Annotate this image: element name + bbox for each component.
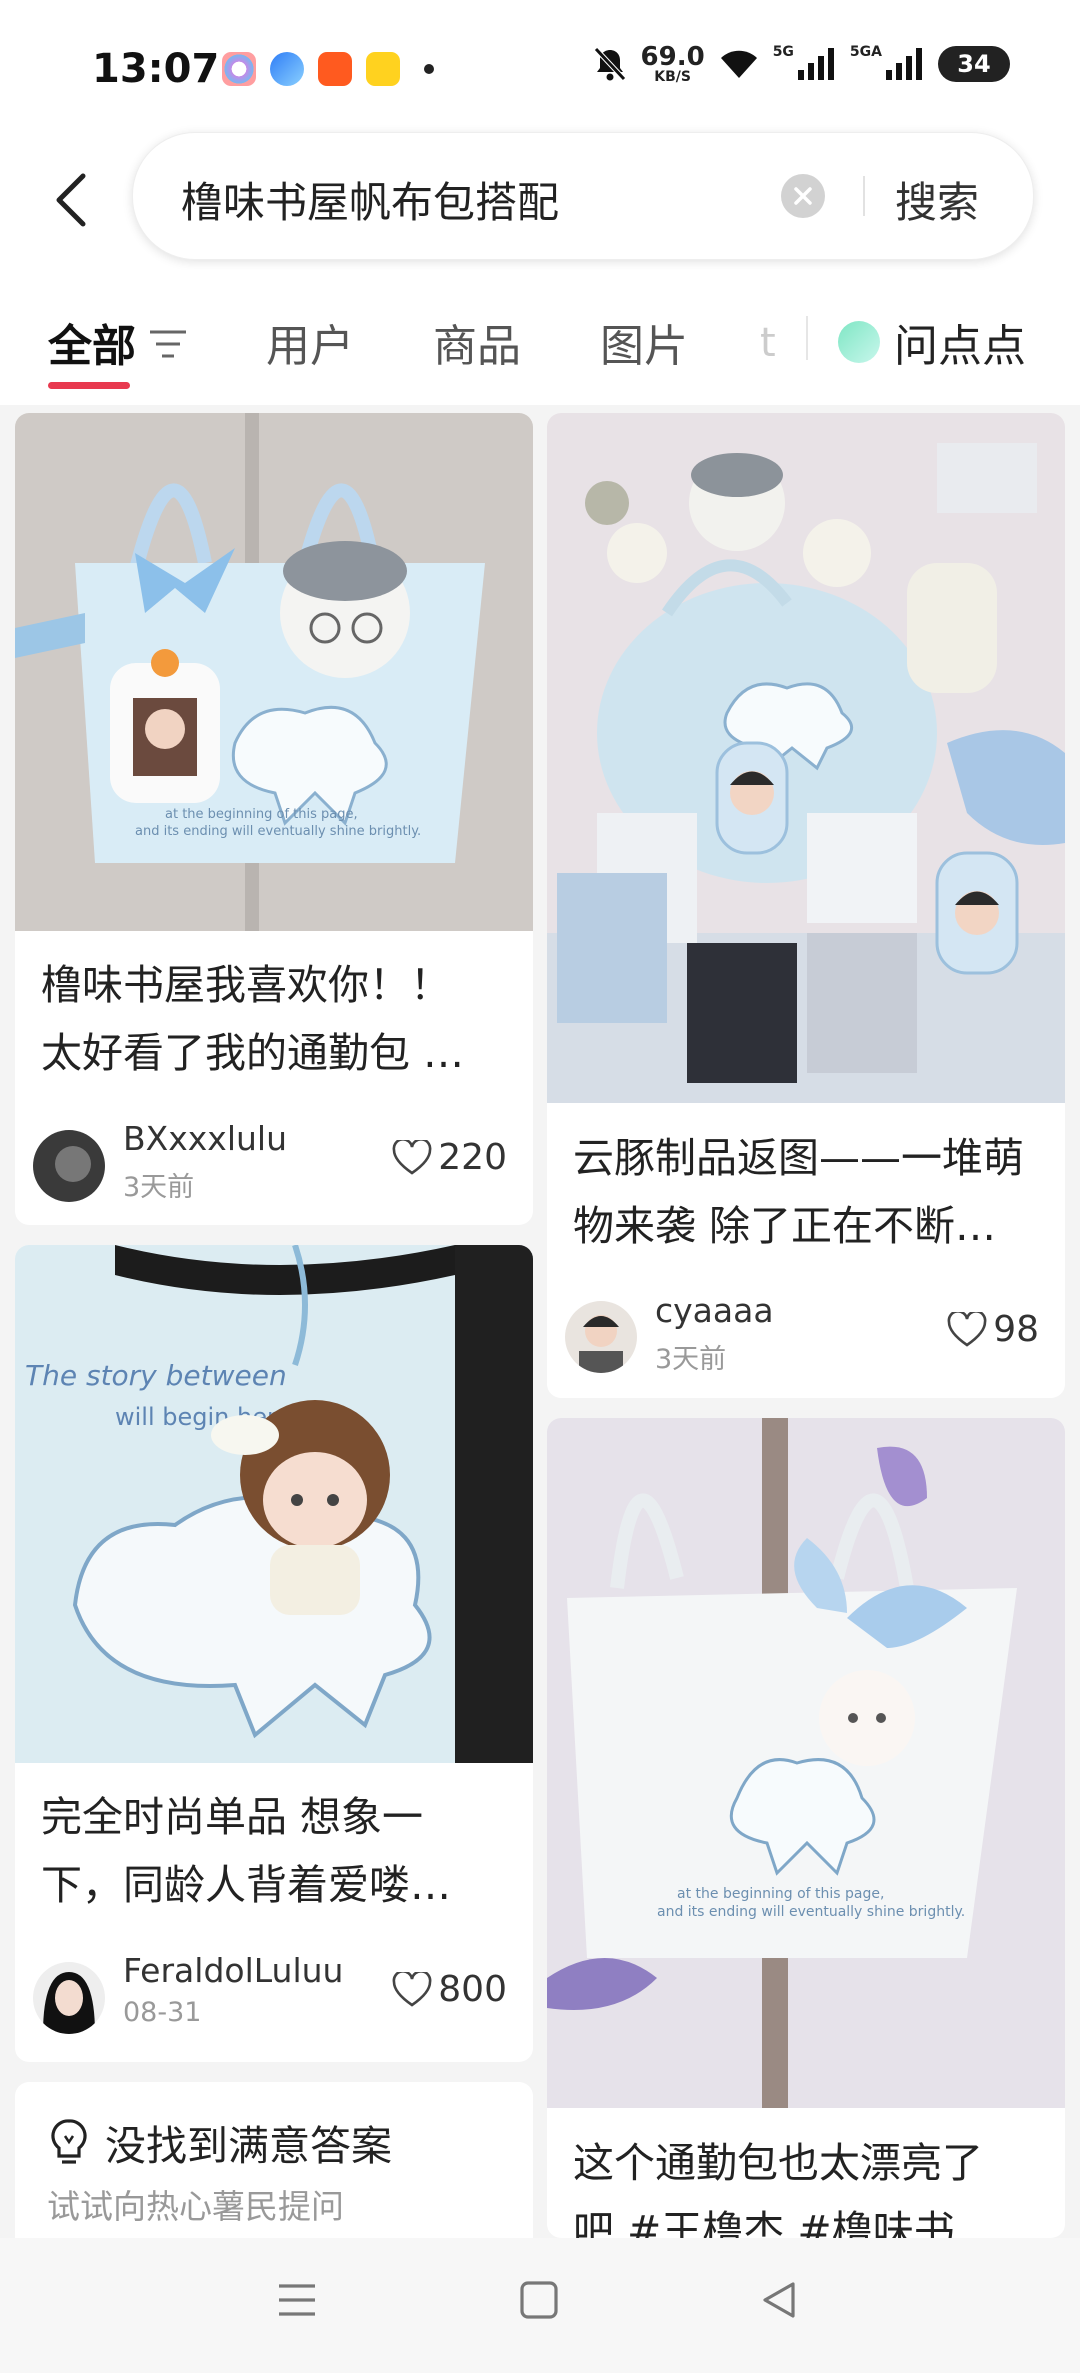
ask-community-card[interactable]: 没找到满意答案 试试向热心薯民提问 [15,2082,533,2238]
bag-print-line1: at the beginning of this page, [165,807,358,822]
post-title-line: 完全时尚单品 想象一 [41,1793,424,1841]
app-taobao-icon [318,52,352,86]
app-browser-icon [270,52,304,86]
mute-bell-icon [593,47,626,81]
heart-icon [392,1971,432,2007]
search-divider [863,176,865,216]
status-indicators: 69.0 KB/S 5G 5GA 34 [593,44,1010,84]
signal2-label: 5GA [849,44,882,60]
app-weibo-icon [366,52,400,86]
system-navigation-bar [0,2238,1080,2373]
back-button[interactable] [40,160,100,240]
clear-search-button[interactable] [781,174,825,218]
post-title-line: 吧 #王橹杰 #橹味书… [573,2207,996,2238]
avatar[interactable] [565,1301,637,1373]
post-title-line: 下，同龄人背着爱喽… [41,1861,451,1909]
post-title-line: 物来袭 除了正在不断… [573,1202,997,1250]
post-author[interactable]: FeraldolLuluu [123,1951,343,1990]
like-button[interactable]: 800 [392,1969,507,2010]
back-triangle-icon[interactable] [757,2278,801,2322]
tab-images[interactable]: 图片 [600,310,688,374]
post-date: 3天前 [123,1172,195,1203]
avatar-image [33,1130,105,1202]
search-query-text[interactable]: 橹味书屋帆布包搭配 [181,169,559,230]
status-bar: 13:07 69.0 KB/S 5G 5GA 34 [0,0,1080,130]
filter-icon[interactable] [148,328,188,360]
bag-print-line1: at the beginning of this page, [677,1886,884,1902]
avatar-image [565,1301,637,1373]
menu-icon[interactable] [275,2278,319,2322]
post-title-2[interactable]: 云豚制品返图——一堆萌 物来袭 除了正在不断… [573,1124,1043,1260]
like-button[interactable]: 220 [392,1137,507,1178]
post-author[interactable]: BXxxxlulu [123,1119,287,1158]
post-title-line: 橹味书屋我喜欢你！！ [41,961,451,1009]
post-date: 3天前 [655,1344,727,1375]
ask-diandian-button[interactable]: 问点点 [838,310,1026,374]
network-speed-value: 69.0 [640,42,705,72]
post-date: 08-31 [123,1997,202,2028]
signal1-label: 5G [772,44,794,60]
lightbulb-icon [51,2119,87,2164]
bag-print-line2: and its ending will eventually shine bri… [135,824,421,839]
result-tabs: 全部 用户 商品 图片 t 问点点 [0,270,1080,405]
like-count: 220 [438,1137,507,1178]
ask-diandian-label: 问点点 [894,321,1026,372]
post-title-3[interactable]: 完全时尚单品 想象一 下，同龄人背着爱喽… [41,1783,511,1919]
post-author[interactable]: cyaaaa [655,1291,774,1330]
avatar[interactable] [33,1130,105,1202]
signal-strength-icon [886,48,922,80]
post-card-4[interactable]: at the beginning of this page, and its e… [547,1418,1065,2238]
wifi-icon [720,50,757,78]
tab-users[interactable]: 用户 [266,310,354,374]
search-input[interactable]: 橹味书屋帆布包搭配 搜索 [132,132,1034,260]
heart-icon [947,1311,987,1347]
post-image-4[interactable]: at the beginning of this page, and its e… [547,1418,1065,2108]
post-title-4[interactable]: 这个通勤包也太漂亮了 吧 #王橹杰 #橹味书… [573,2129,1043,2238]
app-flower-icon [222,52,256,86]
like-count: 800 [438,1969,507,2010]
post-card-2[interactable]: 云豚制品返图——一堆萌 物来袭 除了正在不断… cyaaaa 3天前 98 [547,413,1065,1398]
status-time: 13:07 [92,46,220,92]
network-speed-unit: KB/S [654,69,691,85]
post-card-3[interactable]: The story between will begin here 完全时尚单品… [15,1245,533,2062]
avatar-image [33,1962,105,2034]
post-title-line: 太好看了我的通勤包 … [41,1029,465,1077]
tab-overflow-faded[interactable]: t [760,320,776,366]
close-icon [794,187,812,205]
ask-card-subtitle: 试试向热心薯民提问 [47,2187,344,2226]
tab-separator [806,316,808,360]
network-speed: 69.0 KB/S [641,44,705,84]
heart-icon [392,1139,432,1175]
battery-indicator: 34 [938,46,1010,82]
status-app-icons [222,52,434,86]
ask-card-title: 没找到满意答案 [105,2122,392,2170]
signal-strength-icon [797,48,834,80]
post-title-line: 云豚制品返图——一堆萌 [573,1134,1024,1182]
post-card-1[interactable]: at the beginning of this page, and its e… [15,413,533,1225]
bag-print-story: The story between [25,1359,287,1392]
search-header: 橹味书屋帆布包搭配 搜索 [0,130,1080,270]
post-image-2[interactable] [547,413,1065,1103]
like-button[interactable]: 98 [947,1309,1039,1350]
tab-all[interactable]: 全部 [48,310,136,374]
active-tab-indicator [48,382,130,389]
more-notifications-icon [424,64,434,74]
post-title-1[interactable]: 橹味书屋我喜欢你！！ 太好看了我的通勤包 … [41,951,511,1087]
ask-diandian-logo-icon [838,321,880,363]
chevron-left-icon [56,173,86,227]
tab-products[interactable]: 商品 [433,310,521,374]
home-square-icon[interactable] [517,2278,561,2322]
bag-print-line2: and its ending will eventually shine bri… [657,1904,965,1920]
post-image-3[interactable]: The story between will begin here [15,1245,533,1763]
post-title-line: 这个通勤包也太漂亮了 [573,2139,983,2187]
post-image-1[interactable]: at the beginning of this page, and its e… [15,413,533,931]
search-button[interactable]: 搜索 [895,169,979,230]
avatar[interactable] [33,1962,105,2034]
like-count: 98 [993,1309,1039,1350]
